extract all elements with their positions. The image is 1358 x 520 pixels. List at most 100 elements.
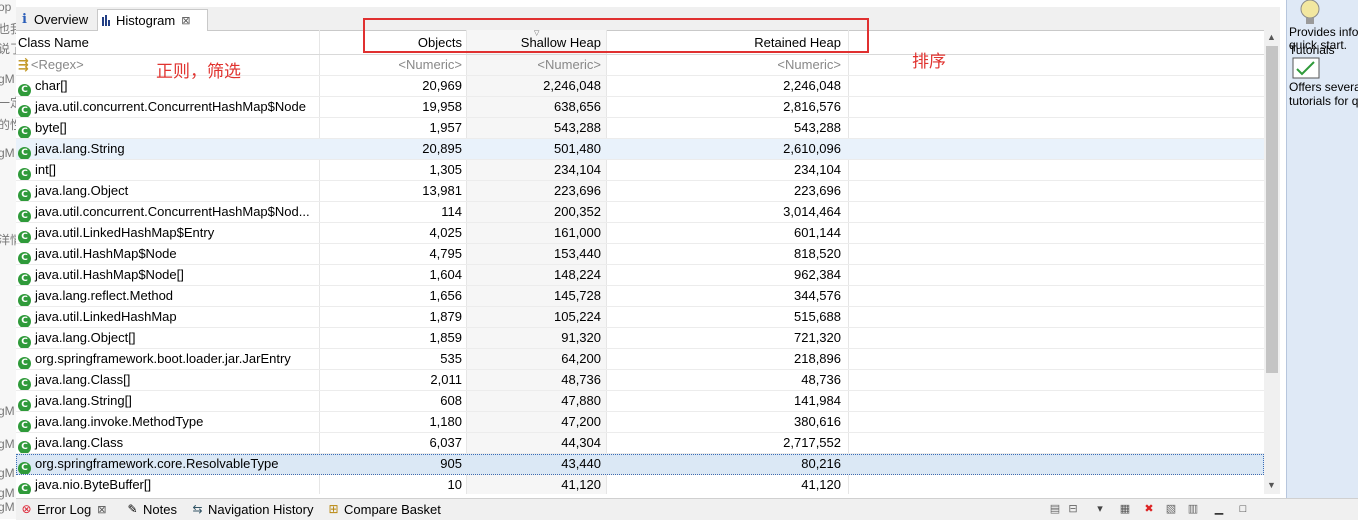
retained-heap-cell: 2,816,576	[783, 99, 841, 114]
table-row[interactable]: Cint[] 1,305 234,104 234,104	[16, 160, 1264, 181]
class-name-cell: Cjava.lang.String[]	[18, 391, 318, 411]
retained-heap-cell: 543,288	[794, 120, 841, 135]
tab-navigation-history[interactable]: ⇆ Navigation History	[191, 502, 314, 517]
delete-log-icon[interactable]: ⊟	[1066, 502, 1080, 516]
background-text-fragment: gM	[0, 486, 15, 500]
info-icon: i	[22, 11, 27, 27]
table-row[interactable]: Cjava.util.HashMap$Node 4,795 153,440 818,5…	[16, 244, 1264, 265]
scroll-down-icon[interactable]: ▼	[1267, 480, 1276, 490]
shallow-heap-cell: 148,224	[554, 267, 601, 282]
class-icon: C	[18, 126, 31, 138]
tab-histogram-label: Histogram	[116, 13, 176, 28]
tutorials-title[interactable]: Tutorials	[1289, 43, 1335, 57]
table-row[interactable]: Cjava.lang.reflect.Method 1,656 145,728 344…	[16, 286, 1264, 307]
background-window-sliver: op也我说了gM一定的性gM洋情gMgMgMgMgM	[0, 0, 16, 519]
error-log-icon: ⊗	[21, 502, 32, 516]
class-name-cell: Cjava.lang.Class[]	[18, 370, 318, 390]
shallow-heap-cell: 105,224	[554, 309, 601, 324]
table-row[interactable]: Corg.springframework.boot.loader.jar.Jar…	[16, 349, 1264, 370]
class-name-text: byte[]	[35, 120, 67, 135]
table-row[interactable]: Cjava.util.concurrent.ConcurrentHashMap$…	[16, 202, 1264, 223]
class-name-cell: Cjava.lang.invoke.MethodType	[18, 412, 318, 432]
shallow-heap-cell: 200,352	[554, 204, 601, 219]
table-row[interactable]: Cjava.lang.String 20,895 501,480 2,610,096	[16, 139, 1264, 160]
class-icon: C	[18, 378, 31, 390]
background-text-fragment: gM	[0, 437, 15, 451]
tab-error-log[interactable]: ⊗ Error Log ⊠	[20, 502, 106, 517]
table-row[interactable]: Corg.springframework.core.ResolvableType…	[16, 454, 1264, 475]
class-icon: C	[18, 336, 31, 348]
tab-navigation-history-label: Navigation History	[208, 502, 314, 517]
class-icon: C	[18, 84, 31, 96]
open-log-icon[interactable]: ▧	[1164, 502, 1178, 516]
class-name-text: java.lang.reflect.Method	[35, 288, 174, 303]
shallow-heap-cell: 47,880	[561, 393, 601, 408]
lightbulb-icon[interactable]	[1297, 0, 1323, 26]
retained-heap-cell: 223,696	[794, 183, 841, 198]
restore-log-icon[interactable]: ▥	[1186, 502, 1200, 516]
view-menu-icon[interactable]: ▾	[1093, 502, 1107, 516]
class-name-cell: Cjava.lang.Object	[18, 181, 318, 201]
scroll-up-icon[interactable]: ▲	[1267, 32, 1276, 42]
class-name-text: java.util.LinkedHashMap$Entry	[35, 225, 215, 240]
table-row[interactable]: Cbyte[] 1,957 543,288 543,288	[16, 118, 1264, 139]
class-name-text: char[]	[35, 78, 68, 93]
objects-cell: 4,795	[429, 246, 462, 261]
table-row[interactable]: Cjava.lang.Object 13,981 223,696 223,696	[16, 181, 1264, 202]
delete-icon[interactable]: ✖	[1142, 502, 1156, 516]
table-row[interactable]: Cjava.lang.String[] 608 47,880 141,984	[16, 391, 1264, 412]
clear-log-icon[interactable]: ▦	[1118, 502, 1132, 516]
table-row[interactable]: Cjava.lang.invoke.MethodType 1,180 47,200 3…	[16, 412, 1264, 433]
export-icon[interactable]: ▤	[1048, 502, 1062, 516]
table-row[interactable]: Cjava.nio.ByteBuffer[] 10 41,120 41,120	[16, 475, 1264, 494]
objects-cell: 20,969	[422, 78, 462, 93]
objects-filter-input[interactable]: <Numeric>	[320, 55, 462, 75]
close-icon[interactable]: ⊠	[181, 14, 190, 27]
table-row[interactable]: Cjava.util.LinkedHashMap 1,879 105,224 515,…	[16, 307, 1264, 328]
class-icon: C	[18, 231, 31, 243]
retained-heap-filter-input[interactable]: <Numeric>	[607, 55, 841, 75]
class-name-cell: Cbyte[]	[18, 118, 318, 138]
column-header-class-name[interactable]: Class Name	[18, 30, 318, 55]
retained-heap-cell: 2,246,048	[783, 78, 841, 93]
retained-heap-cell: 80,216	[801, 456, 841, 471]
minimize-icon[interactable]: ▁	[1212, 502, 1226, 516]
retained-heap-cell: 962,384	[794, 267, 841, 282]
class-name-text: java.util.HashMap$Node[]	[35, 267, 184, 282]
table-row[interactable]: Cjava.lang.Object[] 1,859 91,320 721,320	[16, 328, 1264, 349]
scrollbar-thumb[interactable]	[1266, 46, 1278, 373]
table-row[interactable]: Cjava.util.HashMap$Node[] 1,604 148,224 962…	[16, 265, 1264, 286]
tab-overview-label: Overview	[33, 11, 89, 27]
vertical-scrollbar[interactable]: ▲ ▼	[1264, 30, 1280, 494]
shallow-heap-cell: 47,200	[561, 414, 601, 429]
objects-cell: 6,037	[429, 435, 462, 450]
maximize-icon[interactable]: □	[1236, 502, 1250, 516]
table-row[interactable]: Cjava.util.concurrent.ConcurrentHashMap$…	[16, 97, 1264, 118]
tutorials-icon[interactable]	[1292, 57, 1320, 79]
background-text-fragment: gM	[0, 466, 15, 480]
table-row[interactable]: Cjava.lang.Class 6,037 44,304 2,717,552	[16, 433, 1264, 454]
class-name-cell: Cjava.util.concurrent.ConcurrentHashMap$…	[18, 97, 318, 117]
tutorials-description: Offers severa	[1289, 80, 1358, 94]
shallow-heap-cell: 48,736	[561, 372, 601, 387]
objects-cell: 10	[447, 477, 462, 492]
histogram-table: Class Name Objects Shallow Heap Retained…	[16, 30, 1264, 494]
class-icon: C	[18, 483, 31, 494]
retained-heap-cell: 515,688	[794, 309, 841, 324]
table-row[interactable]: Cjava.lang.Class[] 2,011 48,736 48,736	[16, 370, 1264, 391]
tab-histogram[interactable]: Histogram ⊠	[97, 9, 208, 31]
close-icon[interactable]: ⊠	[97, 503, 106, 516]
tab-notes[interactable]: ✎ Notes	[126, 502, 177, 517]
regex-filter-placeholder: <Regex>	[30, 57, 84, 72]
class-name-text: java.lang.Object[]	[35, 330, 136, 345]
background-text-fragment: gM	[0, 72, 15, 86]
notes-icon: ✎	[127, 502, 138, 516]
tab-compare-basket[interactable]: ⊞ Compare Basket	[327, 502, 440, 517]
table-row[interactable]: Cjava.util.LinkedHashMap$Entry 4,025 161,0…	[16, 223, 1264, 244]
background-text-fragment: gM	[0, 404, 15, 418]
shallow-heap-filter-input[interactable]: <Numeric>	[467, 55, 601, 75]
class-name-cell: Corg.springframework.core.ResolvableType	[18, 454, 318, 474]
objects-cell: 535	[440, 351, 462, 366]
retained-heap-cell: 48,736	[801, 372, 841, 387]
tab-overview[interactable]: i Overview	[18, 9, 97, 29]
